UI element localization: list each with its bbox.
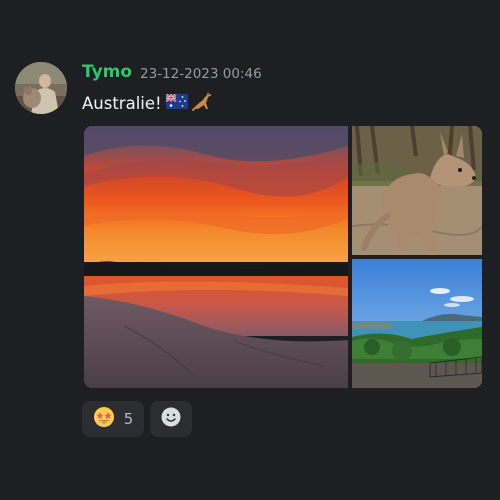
reaction-count: 5 xyxy=(123,410,134,428)
avatar-image xyxy=(15,62,67,114)
timestamp: 23-12-2023 00:46 xyxy=(140,66,262,82)
reaction-star-struck[interactable]: 5 xyxy=(82,401,144,437)
message-content: Australie! xyxy=(82,91,214,117)
star-struck-icon xyxy=(93,406,115,432)
attachment-sunset-image[interactable] xyxy=(84,126,348,388)
add-reaction-button[interactable] xyxy=(150,401,192,437)
add-reaction-icon xyxy=(160,406,182,432)
attachment-coastal-image[interactable] xyxy=(352,259,482,388)
message-text: Australie! xyxy=(82,94,162,113)
flag-australia-icon xyxy=(165,93,188,115)
kangaroo-icon xyxy=(191,91,214,117)
attachment-kangaroo-image[interactable] xyxy=(352,126,482,255)
avatar[interactable] xyxy=(15,62,67,114)
username[interactable]: Tymo xyxy=(82,61,132,83)
